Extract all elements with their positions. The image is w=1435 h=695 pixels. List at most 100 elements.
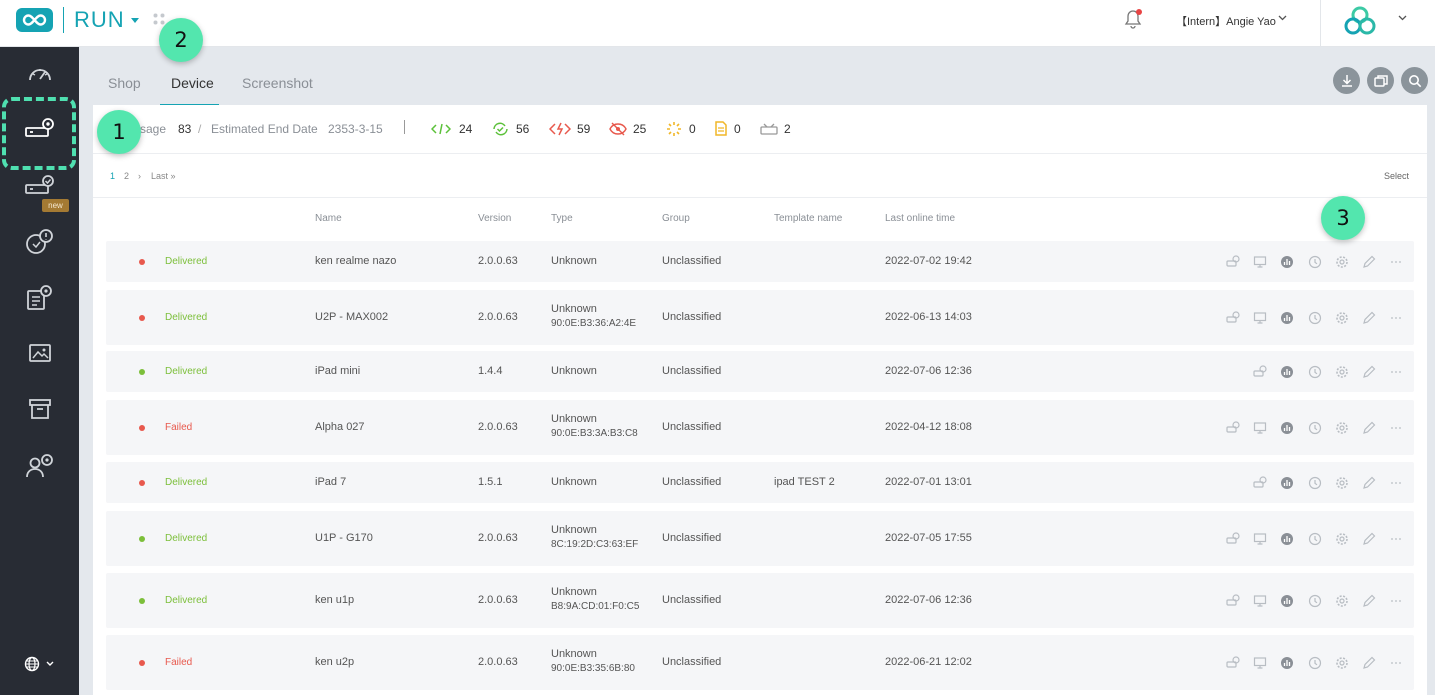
apps-grid-icon[interactable]: [153, 13, 165, 25]
device-group: Unclassified: [662, 254, 722, 267]
more-icon[interactable]: [1389, 421, 1403, 435]
gear-icon[interactable]: [1335, 532, 1349, 546]
device-mac-address: 90:0E:B3:3A:B3:C8: [551, 427, 638, 439]
gear-icon[interactable]: [1335, 311, 1349, 325]
sidebar-item-dashboard[interactable]: [0, 47, 79, 99]
more-icon[interactable]: [1389, 311, 1403, 325]
logo-icon[interactable]: [16, 8, 53, 32]
table-row[interactable]: Delivered U1P - G170 2.0.0.63 Unclassified 2…: [106, 511, 1414, 566]
remote-link-icon[interactable]: [1226, 310, 1240, 325]
remote-link-icon[interactable]: [1226, 531, 1240, 546]
clock-icon[interactable]: [1308, 421, 1322, 435]
chevron-down-icon[interactable]: [1278, 15, 1287, 21]
gear-icon[interactable]: [1335, 656, 1349, 670]
monitor-icon[interactable]: [1253, 421, 1267, 435]
gear-icon[interactable]: [1335, 594, 1349, 608]
chart-icon[interactable]: [1280, 656, 1294, 670]
remote-link-icon[interactable]: [1226, 593, 1240, 608]
chart-icon[interactable]: [1280, 594, 1294, 608]
sidebar-item-users[interactable]: [0, 439, 79, 491]
more-icon[interactable]: [1389, 476, 1403, 490]
window-button[interactable]: [1367, 67, 1394, 94]
more-icon[interactable]: [1389, 532, 1403, 546]
gear-icon[interactable]: [1335, 255, 1349, 269]
sidebar-item-screenshots[interactable]: [0, 327, 79, 379]
chart-icon[interactable]: [1280, 255, 1294, 269]
tab-device[interactable]: Device: [171, 75, 214, 91]
monitor-icon[interactable]: [1253, 255, 1267, 269]
chart-icon[interactable]: [1280, 311, 1294, 325]
remote-link-icon[interactable]: [1253, 475, 1267, 490]
edit-icon[interactable]: [1362, 656, 1376, 670]
next-page-link[interactable]: ›: [138, 171, 141, 181]
select-link[interactable]: Select: [1384, 171, 1409, 181]
clock-icon[interactable]: [1308, 594, 1322, 608]
chart-icon[interactable]: [1280, 365, 1294, 379]
app-switch-caret-icon[interactable]: [131, 18, 139, 23]
chart-icon[interactable]: [1280, 532, 1294, 546]
clock-icon[interactable]: [1308, 476, 1322, 490]
device-name: U2P - MAX002: [315, 310, 389, 323]
chevron-down-icon[interactable]: [1398, 15, 1407, 21]
monitor-icon[interactable]: [1253, 532, 1267, 546]
clock-icon[interactable]: [1308, 365, 1322, 379]
gear-icon[interactable]: [1335, 476, 1349, 490]
sidebar-item-archive[interactable]: [0, 383, 79, 435]
remote-link-icon[interactable]: [1226, 420, 1240, 435]
edit-icon[interactable]: [1362, 532, 1376, 546]
table-row[interactable]: Failed Alpha 027 2.0.0.63 Unclassified 2022-…: [106, 400, 1414, 455]
monitor-icon[interactable]: [1253, 656, 1267, 670]
monitor-icon[interactable]: [1253, 594, 1267, 608]
edit-icon[interactable]: [1362, 476, 1376, 490]
chart-icon[interactable]: [1280, 421, 1294, 435]
table-row[interactable]: Delivered U2P - MAX002 2.0.0.63 Unclassifie…: [106, 290, 1414, 345]
clock-icon[interactable]: [1308, 311, 1322, 325]
tab-shop[interactable]: Shop: [108, 75, 141, 91]
more-icon[interactable]: [1389, 365, 1403, 379]
device-group: Unclassified: [662, 655, 722, 668]
clock-icon[interactable]: [1308, 255, 1322, 269]
remote-link-icon[interactable]: [1253, 364, 1267, 379]
more-icon[interactable]: [1389, 255, 1403, 269]
table-row[interactable]: Failed ken u2p 2.0.0.63 Unclassified 2022-06…: [106, 635, 1414, 690]
chart-icon[interactable]: [1280, 476, 1294, 490]
table-row[interactable]: Delivered iPad mini 1.4.4 Unclassified 2022-…: [106, 351, 1414, 392]
speedometer-icon: [28, 69, 51, 81]
user-menu[interactable]: 【Intern】Angie Yao: [1176, 13, 1276, 29]
device-version: 1.4.4: [478, 364, 503, 377]
tab-screenshot[interactable]: Screenshot: [242, 75, 313, 91]
language-switcher[interactable]: [24, 656, 54, 672]
edit-icon[interactable]: [1362, 311, 1376, 325]
page-1-link[interactable]: 1: [110, 171, 115, 181]
device-group: Unclassified: [662, 475, 722, 488]
device-type: Unknown 90:0E:B3:35:6B:80: [551, 648, 635, 674]
table-row[interactable]: Delivered ken u1p 2.0.0.63 Unclassified 2022…: [106, 573, 1414, 628]
clock-icon[interactable]: [1308, 532, 1322, 546]
column-header-last-online: Last online time: [885, 213, 956, 224]
page-2-link[interactable]: 2: [124, 171, 129, 181]
more-icon[interactable]: [1389, 594, 1403, 608]
gear-icon[interactable]: [1335, 421, 1349, 435]
remote-link-icon[interactable]: [1226, 655, 1240, 670]
last-page-link[interactable]: Last »: [151, 171, 176, 181]
stats-bar: sage 83 / Estimated End Date 2353-3-15 2…: [93, 105, 1427, 154]
gear-icon[interactable]: [1335, 365, 1349, 379]
edit-icon[interactable]: [1362, 594, 1376, 608]
edit-icon[interactable]: [1362, 255, 1376, 269]
table-row[interactable]: Delivered iPad 7 1.5.1 Unclassified ipad TES…: [106, 462, 1414, 503]
sidebar-item-reports[interactable]: [0, 271, 79, 323]
search-button[interactable]: [1401, 67, 1428, 94]
monitor-icon[interactable]: [1253, 311, 1267, 325]
table-row[interactable]: Delivered ken realme nazo 2.0.0.63 Unclassi…: [106, 241, 1414, 282]
edit-icon[interactable]: [1362, 365, 1376, 379]
windows-icon: [1373, 74, 1388, 87]
device-group: Unclassified: [662, 364, 722, 377]
sidebar-item-alerts[interactable]: [0, 215, 79, 267]
edit-icon[interactable]: [1362, 421, 1376, 435]
download-button[interactable]: [1333, 67, 1360, 94]
more-icon[interactable]: [1389, 656, 1403, 670]
remote-link-icon[interactable]: [1226, 254, 1240, 269]
app-name[interactable]: RUN: [74, 7, 125, 33]
brand-logo-icon[interactable]: [1343, 6, 1377, 36]
clock-icon[interactable]: [1308, 656, 1322, 670]
